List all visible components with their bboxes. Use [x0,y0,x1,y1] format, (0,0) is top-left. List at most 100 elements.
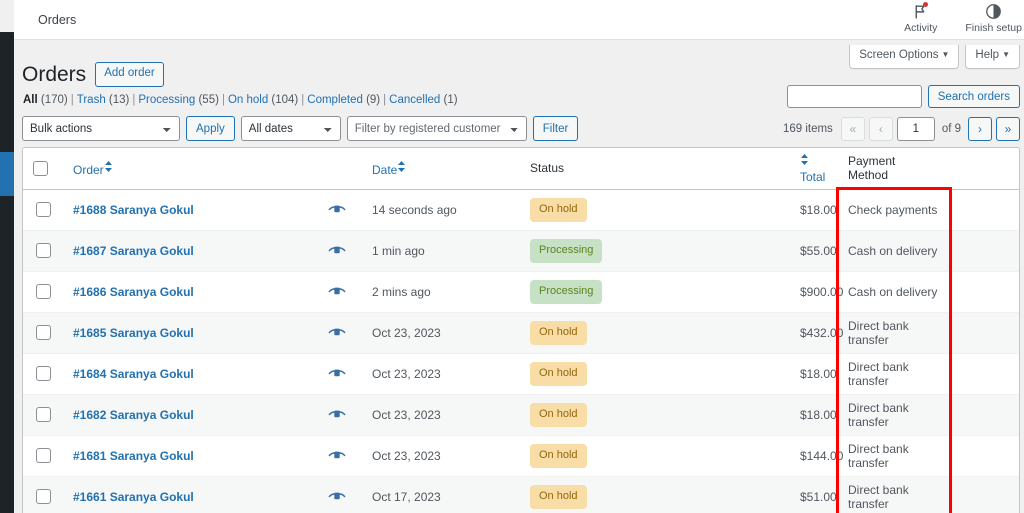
date-cell: Oct 17, 2023 [362,476,520,513]
screen-options-button[interactable]: Screen Options ▼ [849,45,960,69]
table-row: #1661 Saranya Gokul Oct 17, 2023 On hold $5… [23,476,1019,513]
preview-eye-icon[interactable] [328,450,346,460]
orders-table-head: Order Date Status Total Payment Method [23,148,1019,190]
table-row: #1688 Saranya Gokul 14 seconds ago On hold… [23,189,1019,231]
status-filter-link-on-hold[interactable]: On hold [228,94,268,106]
flag-icon [912,1,929,21]
status-filter-count: (1) [440,94,458,106]
status-badge: On hold [530,484,587,509]
status-filter-links: All (170) | Trash (13) | Processing (55) | On … [23,94,458,106]
select-all-checkbox[interactable] [33,160,48,176]
page-body: Screen Options ▼ Help ▼ Orders Add order A… [14,40,1024,513]
current-page-input[interactable] [896,117,935,141]
status-link-separator: | [301,94,305,106]
row-checkbox[interactable] [36,407,51,422]
order-link[interactable]: #1687 Saranya Gokul [73,244,194,258]
bulk-actions-select[interactable]: Bulk actions [22,116,180,141]
preview-cell [318,353,362,395]
status-filter-link-all[interactable]: All [23,94,38,106]
order-cell: #1681 Saranya Gokul [63,435,318,477]
status-filter-count: (9) [362,94,381,106]
help-label: Help [975,49,1000,61]
finish-setup-label: Finish setup [965,21,1022,34]
status-link-separator: | [383,94,387,106]
sort-arrows-icon [104,160,112,173]
total-cell: $51.00 [790,476,838,513]
row-checkbox[interactable] [36,325,51,340]
preview-cell [318,271,362,313]
row-checkbox[interactable] [36,284,51,299]
status-badge: Processing [530,279,603,304]
admin-menu-collapse-arrow[interactable] [0,152,14,196]
search-input[interactable] [786,85,922,108]
row-select-cell [23,271,63,313]
search-orders-button[interactable]: Search orders [927,85,1020,108]
total-cell: $18.00 [790,353,838,395]
row-actions-cell [948,435,1019,477]
order-link[interactable]: #1684 Saranya Gokul [73,367,194,381]
table-row: #1685 Saranya Gokul Oct 23, 2023 On hold $4… [23,312,1019,354]
next-page-button[interactable]: › [968,117,992,141]
order-cell: #1684 Saranya Gokul [63,353,318,395]
preview-eye-icon[interactable] [328,245,346,255]
payment-method-cell: Direct bank transfer [838,435,948,477]
row-checkbox[interactable] [36,489,51,504]
pagination-controls: 169 items « ‹ of 9 › » [783,117,1020,141]
preview-eye-icon[interactable] [328,491,346,501]
add-order-button[interactable]: Add order [95,62,164,87]
admin-menu-rail [0,32,14,513]
status-badge: On hold [530,443,587,468]
help-button[interactable]: Help ▼ [965,45,1020,69]
table-row: #1686 Saranya Gokul 2 mins ago Processing $… [23,271,1019,313]
finish-setup-button[interactable]: Finish setup [951,0,1024,34]
row-checkbox[interactable] [36,202,51,217]
preview-eye-icon[interactable] [328,286,346,296]
order-link[interactable]: #1681 Saranya Gokul [73,449,194,463]
row-checkbox[interactable] [36,366,51,381]
status-filter-link-cancelled[interactable]: Cancelled [389,94,440,106]
screen-options-label: Screen Options [859,49,939,61]
activity-button[interactable]: Activity [890,0,951,34]
column-header-total[interactable]: Total [790,148,838,190]
row-select-cell [23,312,63,354]
payment-method-cell: Cash on delivery [838,230,948,272]
order-link[interactable]: #1685 Saranya Gokul [73,326,194,340]
preview-eye-icon[interactable] [328,327,346,337]
order-link[interactable]: #1661 Saranya Gokul [73,490,194,504]
last-page-button[interactable]: » [996,117,1020,141]
preview-cell [318,476,362,513]
row-checkbox[interactable] [36,243,51,258]
status-link-separator: | [70,94,74,106]
status-filter-label: Processing [138,94,196,106]
column-header-payment-method-label: Payment Method [848,154,896,183]
status-cell: On hold [520,312,790,354]
apply-button[interactable]: Apply [186,116,235,141]
preview-eye-icon[interactable] [328,204,346,214]
status-cell: On hold [520,394,790,436]
total-sort-link[interactable]: Total [800,153,825,184]
order-sort-link[interactable]: Order [73,160,114,177]
status-cell: On hold [520,353,790,395]
date-cell: Oct 23, 2023 [362,394,520,436]
customer-filter-select[interactable]: Filter by registered customer [346,116,527,141]
filter-button[interactable]: Filter [532,116,579,141]
status-filter-link-trash[interactable]: Trash [77,94,106,106]
date-sort-link[interactable]: Date [372,160,407,177]
status-filter-link-processing[interactable]: Processing [138,94,195,106]
row-actions-cell [948,394,1019,436]
column-header-payment-method: Payment Method [838,148,948,190]
row-actions-cell [948,271,1019,313]
order-cell: #1688 Saranya Gokul [63,189,318,231]
preview-eye-icon[interactable] [328,409,346,419]
row-checkbox[interactable] [36,448,51,463]
column-header-order[interactable]: Order [63,148,318,190]
order-link[interactable]: #1686 Saranya Gokul [73,285,194,299]
date-filter-select[interactable]: All dates [240,116,341,141]
column-header-date[interactable]: Date [362,148,520,190]
status-filter-link-completed[interactable]: Completed [307,94,363,106]
sort-arrows-icon [397,160,406,173]
order-link[interactable]: #1688 Saranya Gokul [73,203,194,217]
order-link[interactable]: #1682 Saranya Gokul [73,408,194,422]
prev-page-button: ‹ [868,117,893,141]
preview-eye-icon[interactable] [328,368,346,378]
